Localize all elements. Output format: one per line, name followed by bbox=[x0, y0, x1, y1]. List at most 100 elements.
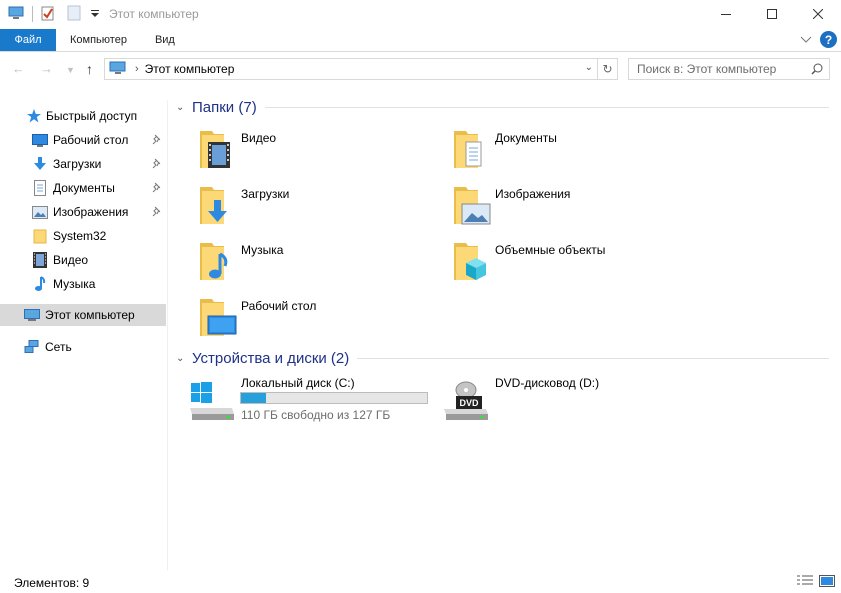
items-count: Элементов: 9 bbox=[14, 575, 90, 590]
sidebar-item-system32[interactable]: System32 bbox=[0, 225, 166, 247]
3d-objects-folder-icon bbox=[454, 243, 486, 280]
close-button[interactable] bbox=[795, 0, 841, 28]
chevron-down-icon[interactable]: ⌄ bbox=[172, 353, 190, 364]
folder-item-video[interactable]: Видео bbox=[172, 126, 412, 176]
divider bbox=[264, 106, 829, 108]
dvd-drive-icon: DVD bbox=[444, 381, 488, 420]
properties-icon[interactable] bbox=[41, 5, 55, 24]
folder-label: Загрузки bbox=[241, 187, 290, 201]
up-arrow-icon[interactable]: ↑ bbox=[86, 61, 93, 77]
large-icons-view-icon[interactable] bbox=[819, 575, 835, 590]
search-input[interactable] bbox=[637, 62, 807, 76]
address-path[interactable]: Этот компьютер bbox=[145, 62, 235, 76]
status-bar: Элементов: 9 bbox=[0, 572, 841, 593]
pin-icon[interactable] bbox=[152, 206, 162, 220]
folder-item-documents[interactable]: Документы bbox=[426, 126, 666, 176]
desktop-icon bbox=[32, 132, 48, 148]
folder-label: Объемные объекты bbox=[495, 243, 606, 257]
folders-group-header[interactable]: ⌄ Папки (7) bbox=[172, 95, 835, 119]
window-title: Этот компьютер bbox=[109, 7, 199, 21]
music-folder-icon bbox=[200, 243, 228, 280]
refresh-icon: ↻ bbox=[602, 62, 613, 76]
customize-toolbar-dropdown-icon[interactable] bbox=[91, 7, 99, 21]
chevron-down-icon[interactable]: ⌄ bbox=[172, 102, 190, 113]
forward-arrow-icon[interactable]: → bbox=[40, 61, 53, 76]
sidebar-item-documents[interactable]: Документы bbox=[0, 177, 166, 199]
maximize-button[interactable] bbox=[749, 0, 795, 28]
folder-item-downloads[interactable]: Загрузки bbox=[172, 182, 412, 232]
tab-view[interactable]: Вид bbox=[141, 29, 189, 51]
sidebar-item-label: System32 bbox=[53, 229, 107, 243]
star-icon bbox=[26, 108, 42, 124]
pictures-folder-icon bbox=[454, 187, 491, 225]
computer-icon bbox=[24, 307, 40, 323]
address-bar[interactable]: › Этот компьютер ⌄ bbox=[104, 58, 598, 80]
sidebar-item-label: Видео bbox=[53, 253, 89, 267]
sidebar-item-music[interactable]: Музыка bbox=[0, 273, 166, 295]
sidebar-item-this-pc[interactable]: Этот компьютер bbox=[0, 304, 166, 326]
computer-icon[interactable] bbox=[8, 6, 24, 23]
network-icon bbox=[24, 339, 40, 355]
sidebar-item-label: Изображения bbox=[53, 205, 129, 219]
refresh-button[interactable]: ↻ bbox=[598, 58, 618, 80]
sidebar-item-label: Сеть bbox=[45, 340, 72, 354]
ribbon-tabs: Файл Компьютер Вид ? bbox=[0, 29, 841, 52]
divider bbox=[357, 357, 829, 359]
recent-locations-chevron-icon[interactable]: ▼ bbox=[66, 65, 75, 75]
video-folder-icon bbox=[200, 131, 230, 168]
help-icon[interactable]: ? bbox=[820, 31, 837, 48]
group-title: Устройства и диски (2) bbox=[192, 349, 350, 367]
pin-icon[interactable] bbox=[152, 182, 162, 196]
sidebar-item-video[interactable]: Видео bbox=[0, 249, 166, 271]
drive-usage-fill bbox=[241, 393, 266, 403]
pictures-icon bbox=[32, 204, 48, 220]
folder-item-desktop[interactable]: Рабочий стол bbox=[172, 294, 412, 344]
minimize-icon bbox=[721, 14, 731, 15]
computer-icon bbox=[109, 61, 127, 78]
drive-item-c[interactable]: Локальный диск (C:) 110 ГБ свободно из 1… bbox=[172, 376, 432, 430]
address-row: ← → ▼ ↑ › Этот компьютер ⌄ ↻ bbox=[0, 57, 841, 83]
tab-file[interactable]: Файл bbox=[0, 29, 56, 51]
drive-usage-bar bbox=[240, 392, 428, 404]
back-arrow-icon[interactable]: ← bbox=[12, 61, 25, 76]
sidebar-item-desktop[interactable]: Рабочий стол bbox=[0, 129, 166, 151]
sidebar-item-label: Рабочий стол bbox=[53, 133, 129, 147]
sidebar-item-label: Документы bbox=[53, 181, 115, 195]
folder-label: Музыка bbox=[241, 243, 284, 257]
breadcrumb-chevron-icon[interactable]: › bbox=[135, 63, 139, 75]
address-dropdown-icon[interactable]: ⌄ bbox=[585, 62, 593, 73]
windows-drive-icon bbox=[190, 382, 234, 420]
sidebar-item-downloads[interactable]: Загрузки bbox=[0, 153, 166, 175]
folder-item-music[interactable]: Музыка bbox=[172, 238, 412, 288]
search-box[interactable] bbox=[628, 58, 830, 80]
drive-item-d[interactable]: DVD DVD-дисковод (D:) bbox=[426, 376, 626, 430]
quick-access-toolbar bbox=[0, 5, 99, 24]
toolbar-separator bbox=[32, 6, 33, 22]
navigation-pane: Быстрый доступ Рабочий стол Загрузки Док… bbox=[0, 100, 168, 570]
video-icon bbox=[32, 252, 48, 268]
sidebar-item-pictures[interactable]: Изображения bbox=[0, 201, 166, 223]
folder-item-pictures[interactable]: Изображения bbox=[426, 182, 666, 232]
pin-icon[interactable] bbox=[152, 134, 162, 148]
sidebar-item-quick-access[interactable]: Быстрый доступ bbox=[0, 105, 166, 127]
folder-icon bbox=[32, 228, 48, 244]
documents-folder-icon bbox=[454, 131, 482, 168]
sidebar-item-label: Быстрый доступ bbox=[46, 109, 138, 123]
tab-computer[interactable]: Компьютер bbox=[56, 29, 141, 51]
folder-label: Документы bbox=[495, 131, 557, 145]
minimize-button[interactable] bbox=[703, 0, 749, 28]
pin-icon[interactable] bbox=[152, 158, 162, 172]
new-folder-icon[interactable] bbox=[67, 5, 81, 24]
details-view-icon[interactable] bbox=[797, 575, 813, 590]
folder-label: Рабочий стол bbox=[241, 299, 317, 313]
sidebar-item-network[interactable]: Сеть bbox=[0, 336, 166, 358]
content-area: ⌄ Папки (7) Видео Документы Загрузки Изо… bbox=[172, 92, 841, 572]
expand-ribbon-chevron-icon[interactable] bbox=[800, 33, 812, 47]
group-title: Папки (7) bbox=[192, 98, 257, 116]
search-icon[interactable] bbox=[811, 63, 823, 78]
sidebar-item-label: Этот компьютер bbox=[45, 308, 135, 322]
drive-free-space: 110 ГБ свободно из 127 ГБ bbox=[241, 408, 391, 422]
devices-group-header[interactable]: ⌄ Устройства и диски (2) bbox=[172, 346, 835, 370]
sidebar-item-label: Музыка bbox=[53, 277, 96, 291]
folder-item-3d-objects[interactable]: Объемные объекты bbox=[426, 238, 666, 288]
